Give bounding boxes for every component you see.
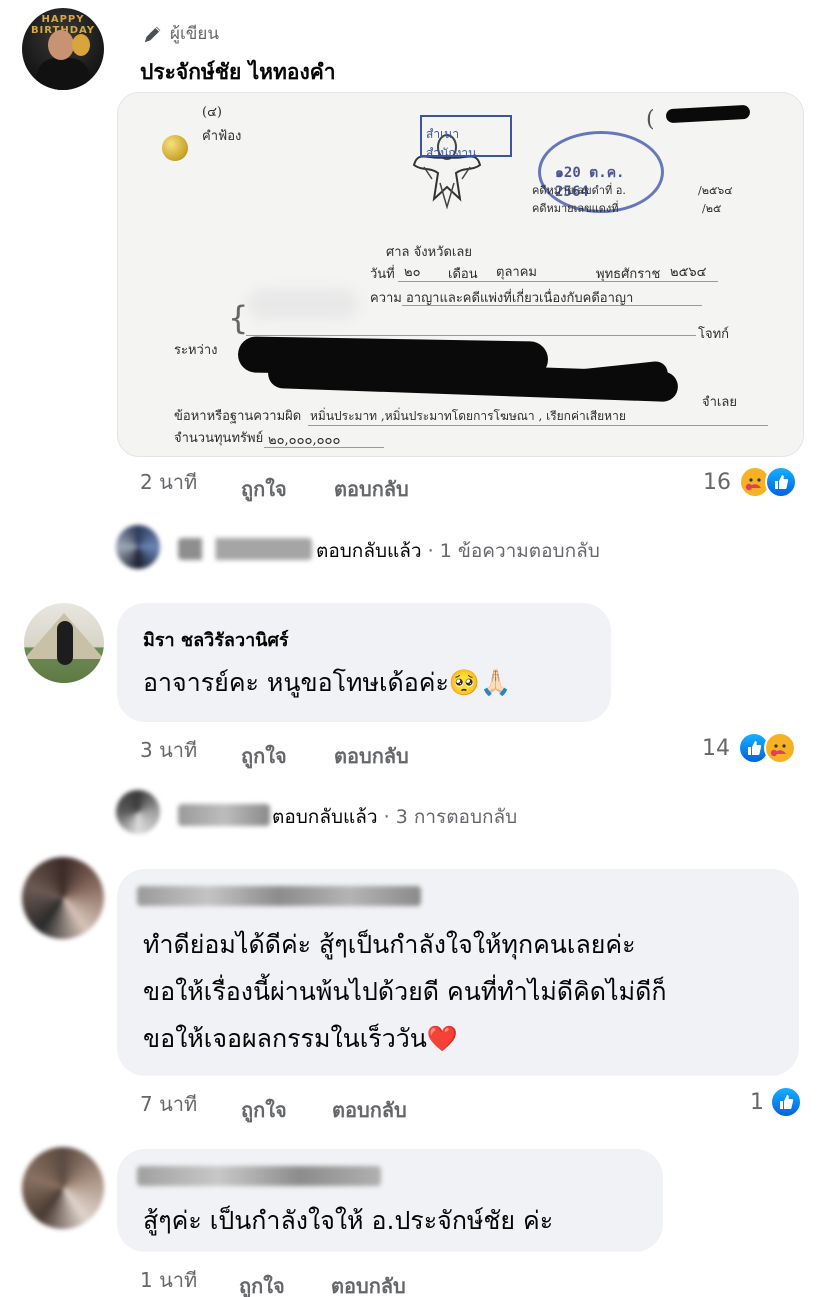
commenter-name[interactable]: มิรา ชลวิรัลวานิศร์ — [143, 625, 289, 654]
copy-stamp: สำเนาสำนักงาน — [420, 115, 512, 160]
post-time[interactable]: 2 นาที — [140, 466, 197, 498]
author-name[interactable]: ประจักษ์ชัย ไหทองคำ — [140, 56, 336, 89]
commenter-avatar[interactable] — [22, 1147, 104, 1229]
comment-bubble: มิรา ชลวิรัลวานิศร์ อาจารย์คะ หนูขอโทษเด… — [117, 603, 611, 722]
comment-like-button[interactable]: ถูกใจ — [241, 1094, 287, 1126]
replier-avatar[interactable] — [116, 525, 160, 569]
author-badge: ผู้เขียน — [142, 20, 219, 47]
comment-time[interactable]: 7 นาที — [140, 1088, 197, 1120]
replier-avatar[interactable] — [116, 790, 160, 834]
comment-reaction-count: 14 — [702, 735, 730, 761]
comment-like-button[interactable]: ถูกใจ — [241, 740, 287, 772]
comment-text-line: ขอให้เรื่องนี้ผ่านพ้นไปด้วยดี คนที่ทำไม่… — [143, 977, 667, 1006]
redaction — [665, 104, 751, 124]
post-replies-link[interactable]: ตอบกลับแล้ว · 1 ข้อความตอบกลับ — [316, 536, 600, 566]
comment-text-line: ทำดีย่อมได้ดีค่ะ สู้ๆเป็นกำลังใจให้ทุกคน… — [143, 930, 636, 959]
pushpin-icon — [162, 135, 188, 161]
comment-text: อาจารย์คะ หนูขอโทษเด้อค่ะ🥺🙏🏻 — [143, 668, 512, 697]
comment-reaction-count: 1 — [750, 1089, 764, 1115]
comment-reply-button[interactable]: ตอบกลับ — [331, 1270, 406, 1297]
post-meta: 2 นาที — [140, 466, 197, 498]
author-avatar[interactable]: HAPPY BIRTHDAY — [22, 8, 104, 90]
comment-like-button[interactable]: ถูกใจ — [239, 1270, 285, 1297]
comment-bubble: ทำดีย่อมได้ดีค่ะ สู้ๆเป็นกำลังใจให้ทุกคน… — [117, 869, 799, 1076]
commenter-avatar[interactable] — [24, 603, 104, 683]
post-reply-button[interactable]: ตอบกลับ — [334, 473, 409, 505]
comment-time[interactable]: 3 นาที — [140, 734, 197, 766]
like-reaction-icon — [770, 1086, 802, 1118]
post-reaction-count: 16 — [703, 469, 731, 495]
comment-reactions[interactable]: 14 — [702, 732, 796, 764]
post-like-button[interactable]: ถูกใจ — [241, 473, 287, 505]
comment-reply-button[interactable]: ตอบกลับ — [332, 1094, 407, 1126]
comment-reactions[interactable]: 1 — [750, 1086, 802, 1118]
author-badge-label: ผู้เขียน — [170, 24, 219, 44]
commenter-avatar[interactable] — [22, 857, 104, 939]
comment-bubble: สู้ๆค่ะ เป็นกำลังใจให้ อ.ประจักษ์ชัย ค่ะ — [117, 1149, 663, 1252]
comment-time[interactable]: 1 นาที — [140, 1264, 197, 1296]
post-image-court-document[interactable]: (๔) คำฟ้อง สำเนาสำนักงาน ๑20 ต.ค. 2564 (… — [117, 92, 804, 457]
comment-replies-link[interactable]: ตอบกลับแล้ว · 3 การตอบกลับ — [272, 802, 517, 832]
care-reaction-icon — [764, 732, 796, 764]
comment-text: สู้ๆค่ะ เป็นกำลังใจให้ อ.ประจักษ์ชัย ค่ะ — [143, 1206, 554, 1235]
post-reactions[interactable]: 16 — [703, 466, 797, 498]
like-reaction-icon — [765, 466, 797, 498]
comment-text-line: ขอให้เจอผลกรรมในเร็ววัน❤️ — [143, 1024, 459, 1053]
replier-name-blurred — [178, 538, 312, 560]
replier-name-blurred — [178, 804, 270, 826]
comment-reply-button[interactable]: ตอบกลับ — [334, 740, 409, 772]
commenter-name-blurred[interactable] — [137, 1166, 381, 1186]
commenter-name-blurred[interactable] — [137, 886, 421, 906]
pen-icon — [144, 26, 161, 42]
